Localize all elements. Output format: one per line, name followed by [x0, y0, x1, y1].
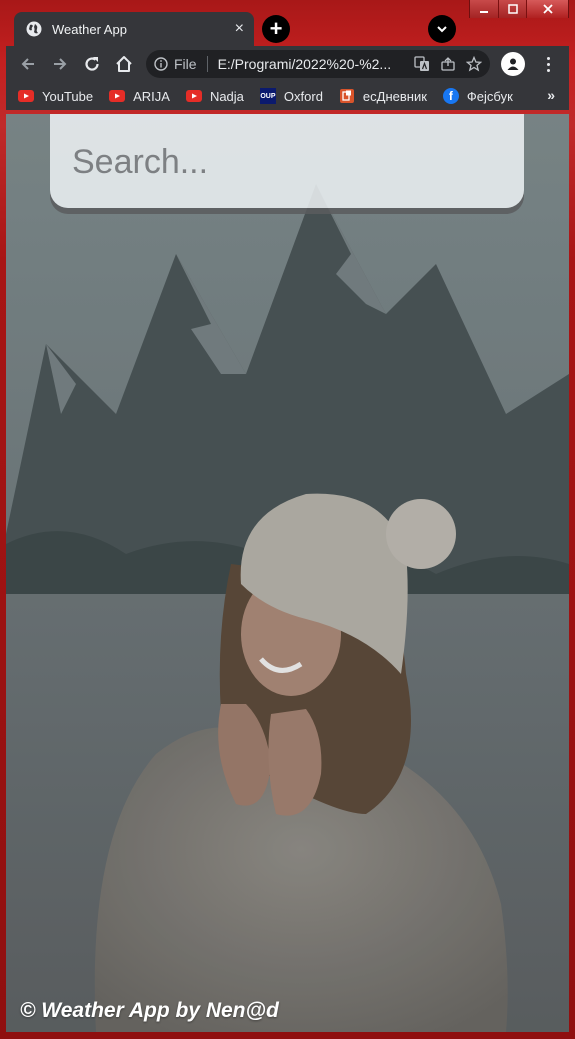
bookmark-esdnevnik[interactable]: есДневник	[339, 88, 427, 104]
home-button[interactable]	[108, 48, 140, 80]
maximize-icon	[507, 4, 518, 14]
new-tab-button[interactable]: +	[262, 15, 290, 43]
footer-credit: © Weather App by Nen@d	[20, 999, 279, 1022]
back-button[interactable]	[12, 48, 44, 80]
youtube-icon	[185, 88, 202, 104]
bookmark-facebook[interactable]: f Фејсбук	[442, 88, 513, 104]
oup-icon-text: OUP	[260, 92, 276, 100]
bookmark-youtube[interactable]: YouTube	[18, 88, 93, 104]
forward-arrow-icon	[54, 58, 67, 70]
bookmark-arija[interactable]: ARIJA	[109, 88, 170, 104]
youtube-icon	[109, 88, 126, 104]
bookmark-label: Oxford	[283, 88, 323, 104]
bookmark-label: YouTube	[42, 88, 94, 104]
close-window-button[interactable]	[526, 0, 568, 18]
bookmarks-overflow-button[interactable]: »	[547, 87, 555, 103]
chevron-down-icon	[437, 26, 447, 33]
close-icon	[542, 4, 553, 14]
reload-button[interactable]	[76, 48, 108, 80]
menu-dot	[546, 62, 550, 66]
address-bar[interactable]: File E:/Programi/2022%20-%2...	[146, 50, 490, 78]
bookmark-label: Фејсбук	[466, 88, 513, 104]
browser-window: Weather App × + File E:/Programi/2022%20…	[0, 0, 575, 1039]
minimize-icon	[480, 11, 488, 13]
tab-search-button[interactable]	[428, 15, 456, 43]
esdnevnik-icon	[339, 88, 355, 104]
facebook-icon-text: f	[448, 89, 453, 103]
menu-dot	[546, 56, 550, 60]
browser-toolbar: File E:/Programi/2022%20-%2...	[6, 46, 569, 82]
translate-icon[interactable]	[414, 56, 430, 72]
profile-button[interactable]	[501, 52, 525, 76]
window-controls	[469, 0, 569, 18]
bookmark-label: Nadja	[209, 88, 244, 104]
search-input[interactable]	[72, 138, 502, 186]
menu-dot	[546, 68, 550, 72]
browser-tab[interactable]: Weather App ×	[14, 12, 254, 46]
scheme-label: File	[174, 56, 197, 72]
bookmarks-bar: YouTube ARIJA Nadja OUP Oxford есДневник	[6, 82, 569, 110]
bookmark-label: ARIJA	[133, 88, 170, 104]
youtube-icon	[18, 88, 34, 104]
forward-button[interactable]	[44, 48, 76, 80]
home-icon	[116, 56, 132, 72]
tab-close-button[interactable]: ×	[235, 20, 244, 38]
globe-icon	[26, 21, 42, 37]
share-icon[interactable]	[440, 56, 456, 72]
background-photo	[6, 114, 569, 1032]
facebook-icon: f	[442, 88, 459, 104]
oup-icon: OUP	[259, 88, 276, 104]
search-panel	[50, 114, 524, 208]
bookmark-star-icon[interactable]	[466, 56, 482, 72]
info-icon[interactable]	[154, 57, 168, 71]
reload-icon	[85, 57, 99, 71]
tab-title: Weather App	[52, 21, 127, 37]
web-page: © Weather App by Nen@d	[6, 114, 569, 1032]
back-arrow-icon	[21, 58, 34, 70]
browser-menu-button[interactable]	[540, 52, 556, 76]
address-separator	[206, 56, 208, 72]
minimize-button[interactable]	[470, 0, 498, 18]
bookmark-nadja[interactable]: Nadja	[185, 88, 244, 104]
bookmark-oxford[interactable]: OUP Oxford	[259, 88, 323, 104]
avatar-icon	[507, 58, 519, 70]
url-text[interactable]: E:/Programi/2022%20-%2...	[218, 56, 408, 72]
bookmark-label: есДневник	[362, 88, 427, 104]
maximize-button[interactable]	[498, 0, 526, 18]
